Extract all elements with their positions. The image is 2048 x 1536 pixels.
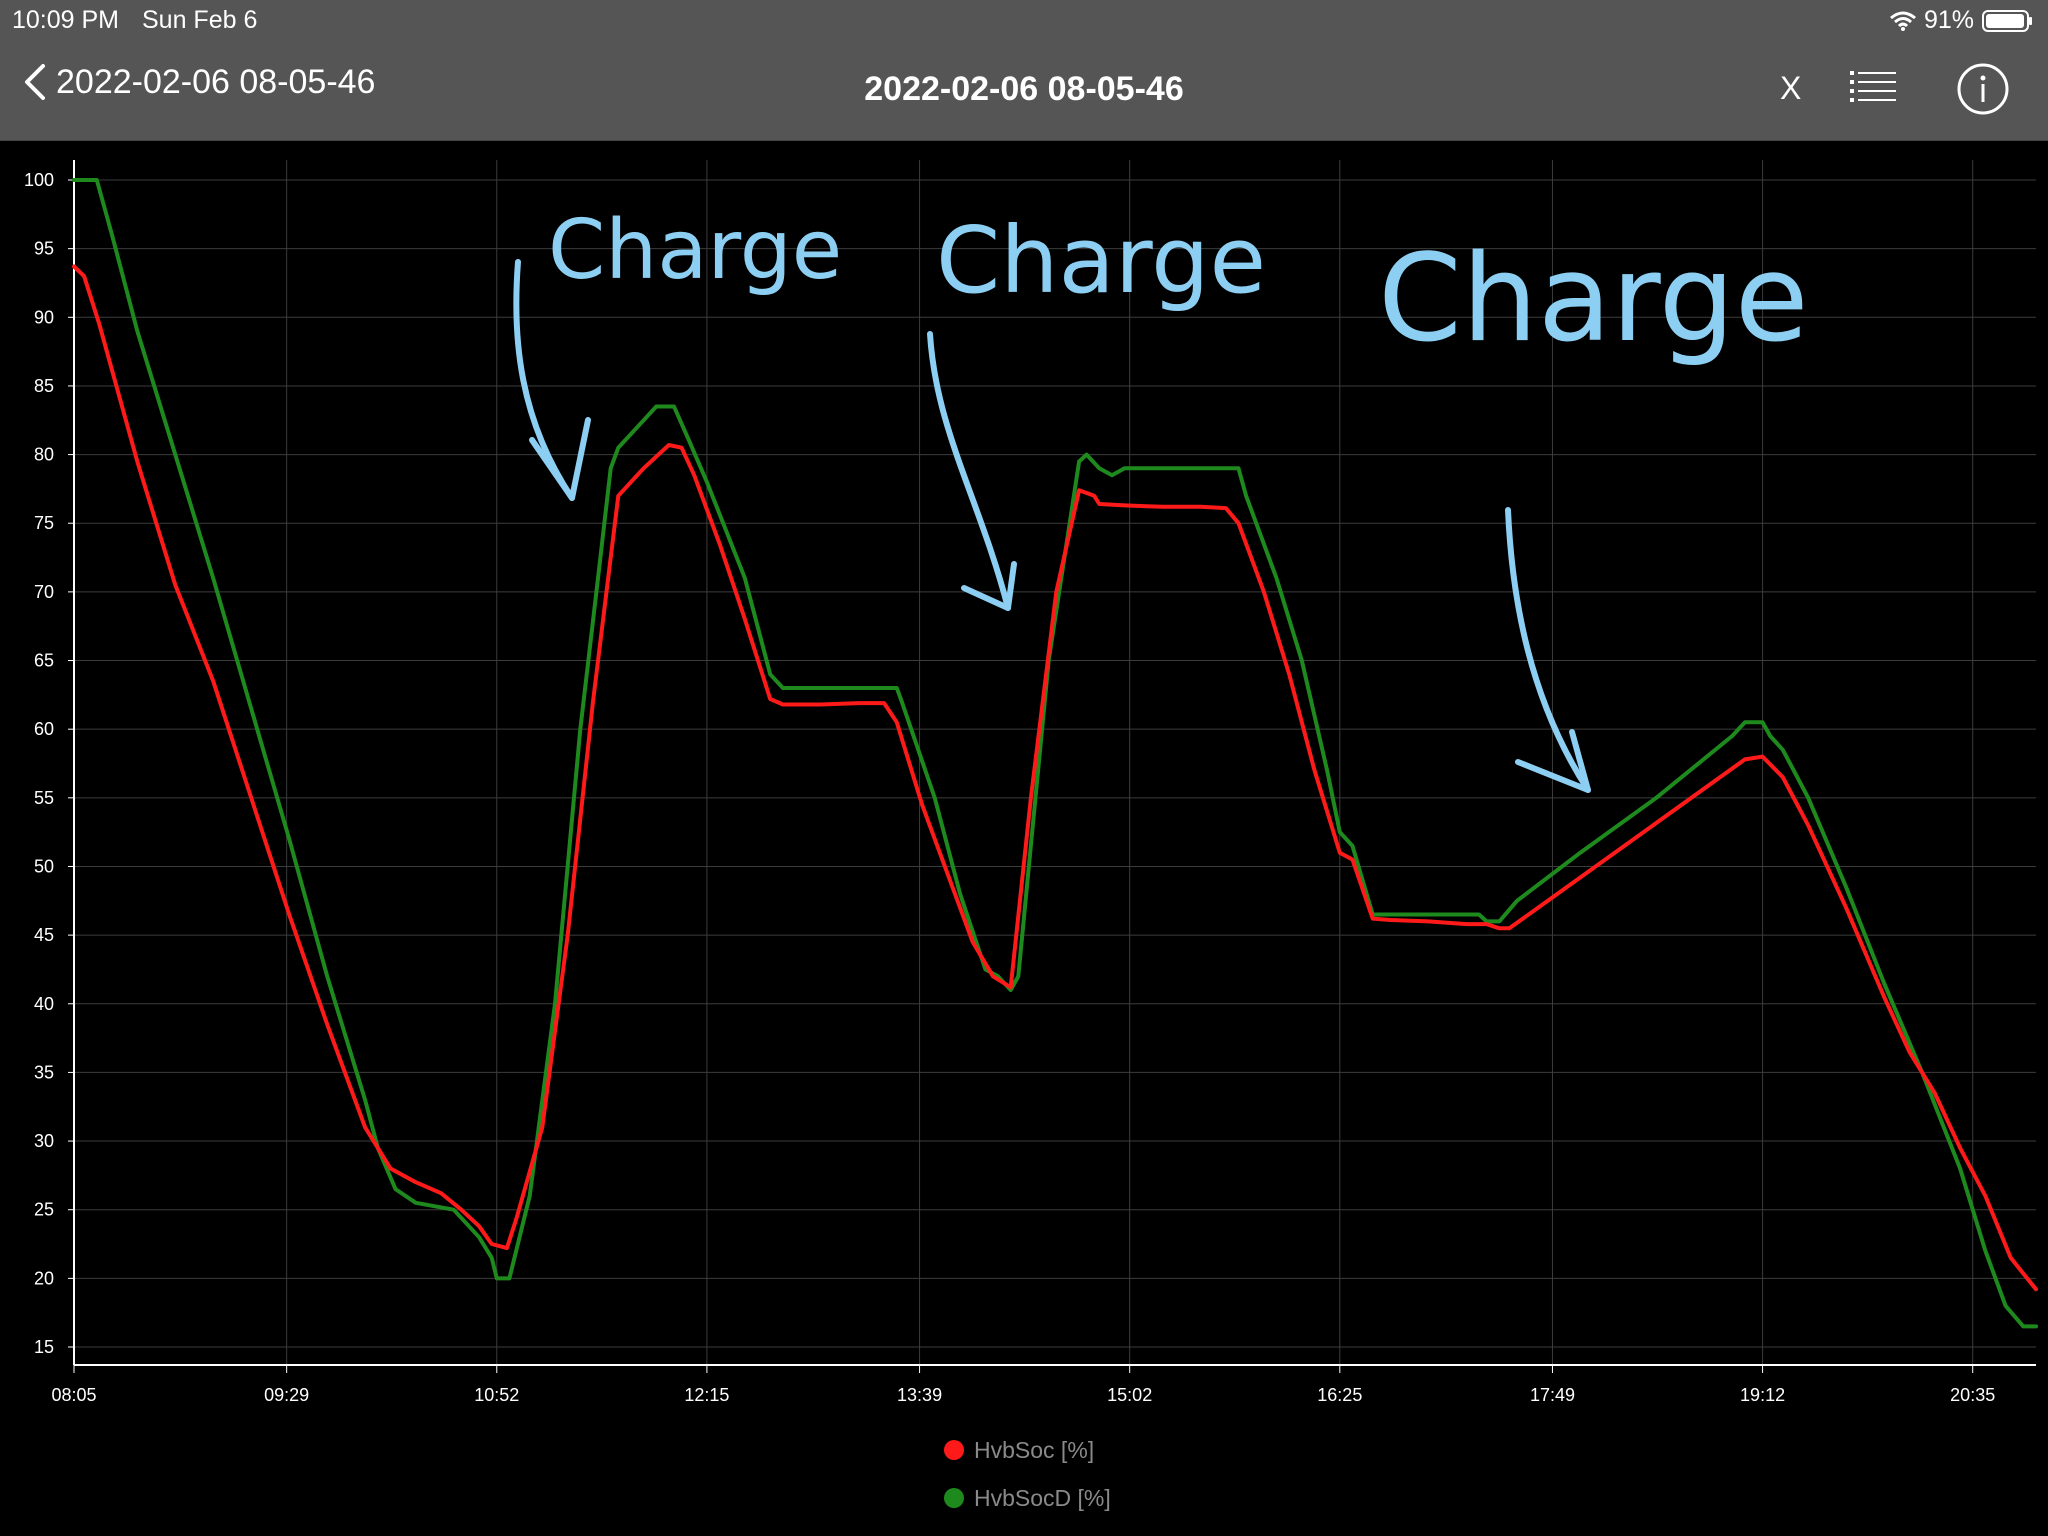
y-tick-label: 50: [34, 856, 54, 876]
y-tick-label: 25: [34, 1200, 54, 1220]
chart-legend: HvbSoc [%] HvbSocD [%]: [944, 1426, 1111, 1522]
info-icon[interactable]: [1956, 62, 2010, 116]
y-tick-label: 45: [34, 925, 54, 945]
legend-dot-hvbsocd: [944, 1488, 964, 1508]
status-date: Sun Feb 6: [142, 6, 258, 34]
x-tick-label: 13:39: [897, 1385, 942, 1405]
annotation-charge-2: Charge: [936, 207, 1266, 314]
y-tick-label: 35: [34, 1062, 54, 1082]
arrowhead-annotation-3: [1515, 729, 1591, 793]
y-tick-label: 85: [34, 376, 54, 396]
status-right: 91%: [1889, 6, 2034, 35]
y-tick-label: 30: [34, 1131, 54, 1151]
x-tick-label: 10:52: [474, 1385, 519, 1405]
x-tick-label: 08:05: [51, 1385, 96, 1405]
series-line-hvbsoc: [72, 264, 2038, 1292]
chart: 100 95 90 85 80 75 70 65 60 55 50 45 40 35 30 25 20 15 08:…: [24, 160, 2038, 1405]
y-tick-label: 95: [34, 239, 54, 259]
y-tick-label: 20: [34, 1268, 54, 1288]
handwritten-annotations: Charge Charge Charge: [513, 203, 1809, 793]
annotation-charge-3: Charge: [1378, 230, 1809, 369]
y-tick-label: 100: [24, 170, 54, 190]
arrow-annotation-2: [927, 331, 1011, 611]
x-tick-label: 19:12: [1740, 1385, 1785, 1405]
close-button[interactable]: X: [1780, 70, 1801, 107]
annotation-charge-1: Charge: [548, 203, 842, 298]
page-title: 2022-02-06 08-05-46: [864, 70, 1184, 108]
x-tick-label: 12:15: [684, 1385, 729, 1405]
y-tick-label: 80: [34, 445, 54, 465]
y-tick-label: 70: [34, 582, 54, 602]
x-tick-label: 15:02: [1107, 1385, 1152, 1405]
wifi-icon: [1889, 11, 1916, 31]
legend-item-hvbsocd[interactable]: HvbSocD [%]: [944, 1474, 1111, 1522]
x-tick-label: 20:35: [1950, 1385, 1995, 1405]
battery-icon: [1982, 9, 2032, 32]
y-tick-label: 75: [34, 513, 54, 533]
status-time: 10:09 PM: [12, 6, 120, 34]
y-tick-label: 90: [34, 307, 54, 327]
battery-percent: 91%: [1923, 6, 1974, 34]
legend-dot-hvbsoc: [944, 1440, 964, 1460]
y-tick-label: 15: [34, 1337, 54, 1357]
y-tick-label: 60: [34, 719, 54, 739]
legend-item-hvbsoc[interactable]: HvbSoc [%]: [944, 1426, 1111, 1474]
y-tick-label: 65: [34, 651, 54, 671]
status-bar: 10:09 PM Sun Feb 6 91%: [0, 0, 2048, 40]
y-tick-label: 40: [34, 994, 54, 1014]
arrowhead-annotation-2: [961, 561, 1017, 611]
legend-label-hvbsocd: HvbSocD [%]: [974, 1484, 1111, 1511]
x-tick-label: 16:25: [1317, 1385, 1362, 1405]
legend-label-hvbsoc: HvbSoc [%]: [974, 1436, 1095, 1463]
nav-bar: 2022-02-06 08-05-46 2022-02-06 08-05-46 …: [0, 40, 2048, 141]
y-tick-label: 55: [34, 788, 54, 808]
list-icon[interactable]: [1848, 68, 1898, 108]
x-tick-label: 09:29: [264, 1385, 309, 1405]
x-tick-label: 17:49: [1530, 1385, 1575, 1405]
